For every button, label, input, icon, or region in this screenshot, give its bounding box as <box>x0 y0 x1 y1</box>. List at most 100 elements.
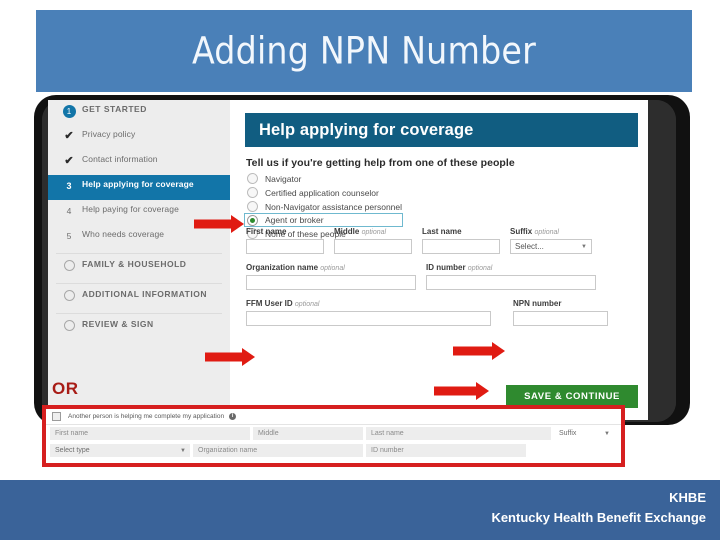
annotation-arrow-npn-number <box>453 342 505 360</box>
field-suffix: Suffix optional Select... ▼ <box>510 227 592 254</box>
bottom-select-type-select[interactable]: Select type ▼ <box>50 444 190 457</box>
another-person-panel: Another person is helping me complete my… <box>42 405 625 467</box>
bottom-suffix-select-value: Suffix <box>559 430 577 437</box>
footer-organization-name: Kentucky Health Benefit Exchange <box>491 510 706 525</box>
or-annotation-label: OR <box>52 379 79 398</box>
step-ring-icon <box>56 259 82 274</box>
sidebar-item-privacy-policy[interactable]: ✔ Privacy policy <box>48 125 230 150</box>
sidebar-item-label: ADDITIONAL INFORMATION <box>82 289 207 299</box>
another-person-row-1: First name Middle Last name Suffix ▼ <box>46 425 621 442</box>
step-ring-icon <box>56 319 82 334</box>
screenshot-region: 1 GET STARTED ✔ Privacy policy ✔ Contact… <box>30 92 692 480</box>
helper-details-form: First name Middle optional Last name Suf… <box>246 227 638 335</box>
slide-footer: KHBE Kentucky Health Benefit Exchange <box>0 480 720 540</box>
radio-icon[interactable] <box>247 201 258 212</box>
radio-label: Non-Navigator assistance personnel <box>265 201 403 212</box>
step-ring-icon <box>56 289 82 304</box>
sidebar-item-additional-information[interactable]: ADDITIONAL INFORMATION <box>48 285 230 310</box>
check-icon: ✔ <box>64 155 74 167</box>
page-title: Adding NPN Number <box>191 29 536 73</box>
sidebar-divider <box>56 313 222 314</box>
footer-acronym: KHBE <box>669 490 706 505</box>
radio-option-agent-or-broker[interactable]: Agent or broker <box>243 213 404 227</box>
sidebar-item-label: REVIEW & SIGN <box>82 319 154 329</box>
field-label: Suffix optional <box>510 227 559 236</box>
info-icon[interactable]: i <box>229 413 237 420</box>
bottom-first-name-input[interactable]: First name <box>50 427 250 440</box>
sidebar-item-label: Privacy policy <box>82 129 136 139</box>
field-label: Last name <box>422 227 462 236</box>
check-icon: ✔ <box>64 130 74 142</box>
field-label: First name <box>246 227 287 236</box>
annotation-arrow-save-continue <box>434 382 489 400</box>
sidebar-item-label: FAMILY & HOUSEHOLD <box>82 259 187 269</box>
form-row-name: First name Middle optional Last name Suf… <box>246 227 638 254</box>
radio-icon-selected[interactable] <box>247 214 258 226</box>
bottom-middle-name-input[interactable]: Middle <box>253 427 363 440</box>
organization-name-input[interactable] <box>246 275 416 290</box>
npn-number-input[interactable] <box>513 311 608 326</box>
last-name-input[interactable] <box>422 239 500 254</box>
field-label: Middle optional <box>334 227 387 236</box>
another-person-checkbox-row[interactable]: Another person is helping me complete my… <box>46 409 621 425</box>
sidebar-divider <box>56 253 222 254</box>
sidebar-item-label: Help paying for coverage <box>82 204 179 214</box>
sidebar-item-review-sign[interactable]: REVIEW & SIGN <box>48 315 230 340</box>
radio-option-certified-application-counselor[interactable]: Certified application counselor <box>247 186 402 199</box>
sidebar-item-get-started[interactable]: 1 GET STARTED <box>48 100 230 125</box>
content-header-title: Help applying for coverage <box>259 120 474 139</box>
sidebar-item-label: Help applying for coverage <box>82 179 194 189</box>
suffix-select-value: Select... <box>515 242 544 251</box>
field-label: Organization name optional <box>246 263 345 272</box>
bottom-organization-name-input[interactable]: Organization name <box>193 444 363 457</box>
field-id-number: ID number optional <box>426 263 596 290</box>
sidebar-item-help-applying-for-coverage[interactable]: 3 Help applying for coverage <box>48 175 230 200</box>
step-number: 5 <box>66 231 72 241</box>
field-label: ID number optional <box>426 263 493 272</box>
field-organization-name: Organization name optional <box>246 263 416 290</box>
annotation-arrow-ffm-user-id <box>205 348 255 366</box>
sidebar-item-contact-information[interactable]: ✔ Contact information <box>48 150 230 175</box>
radio-label: Navigator <box>265 173 302 184</box>
bottom-select-type-value: Select type <box>55 447 90 454</box>
field-first-name: First name <box>246 227 324 254</box>
ffm-user-id-input[interactable] <box>246 311 491 326</box>
form-prompt: Tell us if you're getting help from one … <box>246 157 515 169</box>
field-ffm-user-id: FFM User ID optional <box>246 299 491 326</box>
radio-label: Certified application counselor <box>265 187 379 198</box>
middle-name-input[interactable] <box>334 239 412 254</box>
radio-option-non-navigator-assistance-personnel[interactable]: Non-Navigator assistance personnel <box>247 200 402 213</box>
content-header: Help applying for coverage <box>245 113 638 147</box>
first-name-input[interactable] <box>246 239 324 254</box>
sidebar-item-label: GET STARTED <box>82 104 147 114</box>
id-number-input[interactable] <box>426 275 596 290</box>
chevron-down-icon: ▼ <box>180 447 186 454</box>
field-last-name: Last name <box>422 227 500 254</box>
radio-icon[interactable] <box>247 173 258 184</box>
sidebar-item-family-household[interactable]: FAMILY & HOUSEHOLD <box>48 255 230 280</box>
application-content: Help applying for coverage Tell us if yo… <box>230 100 648 420</box>
chevron-down-icon: ▼ <box>581 243 587 250</box>
field-label: NPN number <box>513 299 562 308</box>
radio-icon[interactable] <box>247 187 258 198</box>
bottom-id-number-input[interactable]: ID number <box>366 444 526 457</box>
suffix-select[interactable]: Select... ▼ <box>510 239 592 254</box>
annotation-arrow-agent-or-broker <box>194 215 244 233</box>
sidebar-divider <box>56 283 222 284</box>
chevron-down-icon: ▼ <box>604 430 610 437</box>
another-person-checkbox-label: Another person is helping me complete my… <box>68 413 225 420</box>
checkbox-icon[interactable] <box>52 412 61 421</box>
bottom-row2-spacer <box>529 444 604 457</box>
bottom-last-name-input[interactable]: Last name <box>366 427 551 440</box>
field-label: FFM User ID optional <box>246 299 320 308</box>
radio-label: Agent or broker <box>265 215 324 225</box>
field-npn-number: NPN number <box>513 299 608 326</box>
sidebar-item-label: Contact information <box>82 154 158 164</box>
form-row-organization: Organization name optional ID number opt… <box>246 263 638 290</box>
application-sidebar: 1 GET STARTED ✔ Privacy policy ✔ Contact… <box>48 100 230 420</box>
bottom-suffix-select[interactable]: Suffix ▼ <box>554 427 614 440</box>
slide-title-bar: Adding NPN Number <box>36 10 692 92</box>
step-badge-icon: 1 <box>56 104 82 118</box>
step-number: 4 <box>66 206 72 216</box>
radio-option-navigator[interactable]: Navigator <box>247 172 402 185</box>
